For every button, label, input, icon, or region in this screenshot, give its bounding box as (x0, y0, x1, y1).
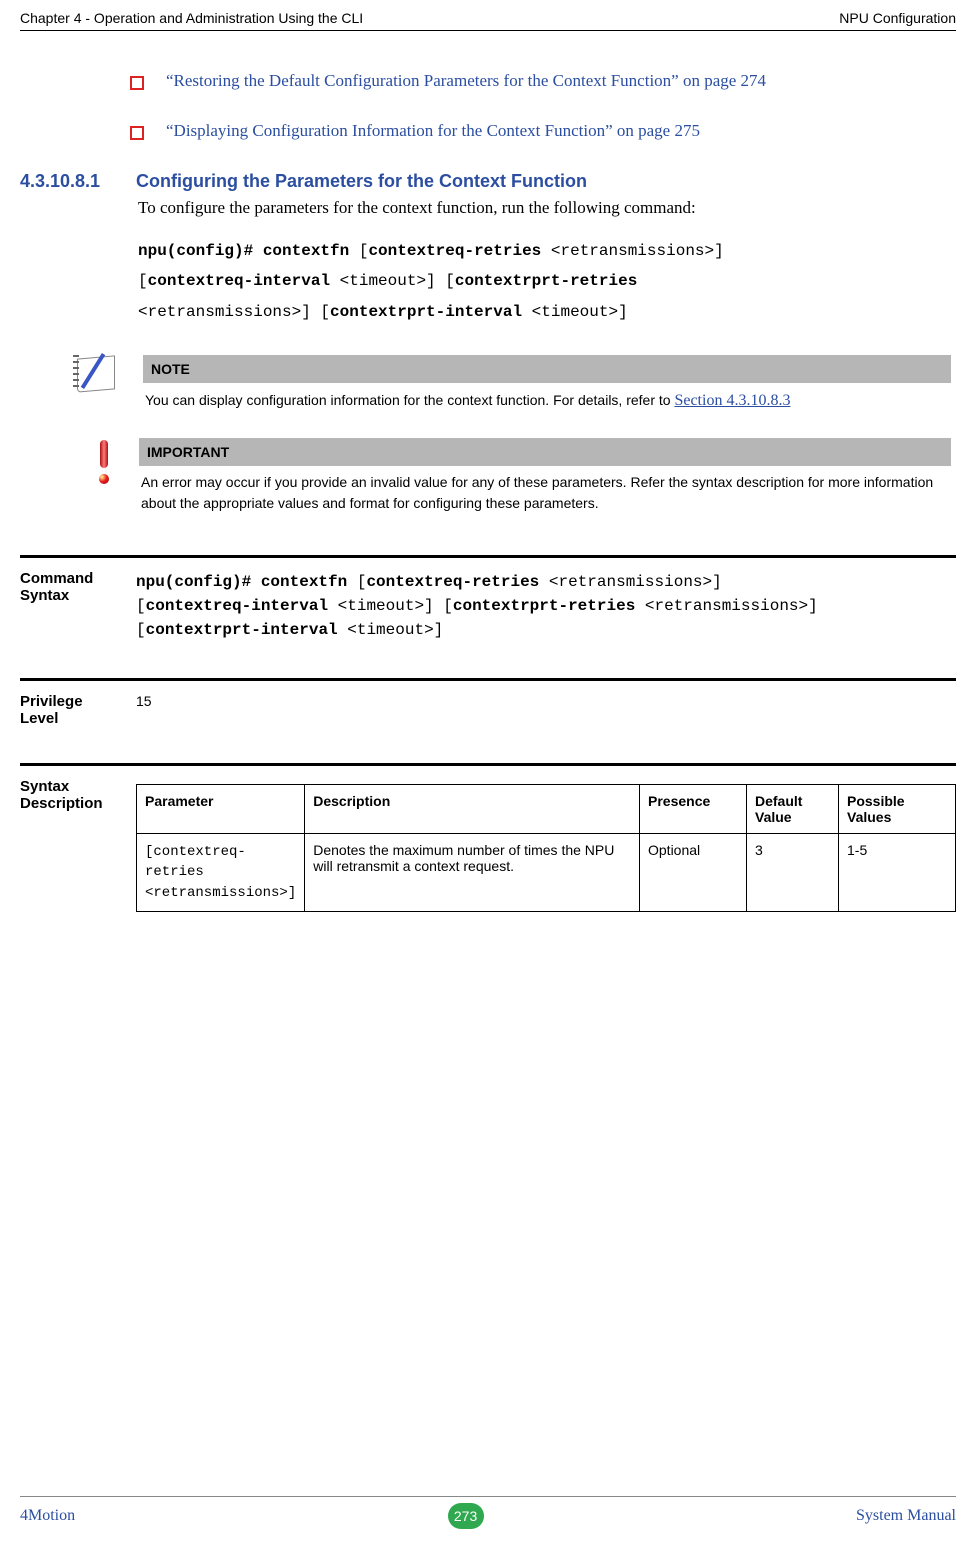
cmd-text: contextrprt-retries (453, 597, 645, 615)
cmd-text: [ (136, 597, 146, 615)
header-left: Chapter 4 - Operation and Administration… (20, 10, 363, 26)
note-icon (73, 355, 119, 395)
square-bullet-icon (130, 126, 144, 140)
xref-link[interactable]: “Displaying Configuration Information fo… (166, 121, 700, 141)
cmd-text: <retransmissions>] (645, 597, 818, 615)
important-icon (93, 440, 113, 484)
section-number: 4.3.10.8.1 (20, 171, 120, 192)
cmd-text: <timeout>] [ (338, 597, 453, 615)
syntax-description-block: Syntax Description Parameter Description… (20, 763, 956, 912)
square-bullet-icon (130, 76, 144, 90)
page-header: Chapter 4 - Operation and Administration… (20, 10, 956, 31)
cmd-text: [ (138, 272, 148, 290)
cell-presence: Optional (640, 833, 747, 911)
cmd-text: <retransmissions>] (549, 573, 722, 591)
syntax-description-label: Syntax Description (20, 778, 120, 912)
cell-default: 3 (747, 833, 839, 911)
cmd-text: [ (359, 242, 369, 260)
cmd-text: contextrprt-retries (455, 272, 637, 290)
important-title: IMPORTANT (139, 438, 951, 466)
cmd-text: contextrprt-interval (330, 303, 532, 321)
footer-right: System Manual (856, 1507, 956, 1525)
cmd-text: contextreq-interval (148, 272, 340, 290)
note-body: You can display configuration informatio… (143, 387, 951, 418)
table-header-row: Parameter Description Presence Default V… (137, 784, 956, 833)
col-default-value: Default Value (747, 784, 839, 833)
cmd-text: contextreq-retries (368, 242, 550, 260)
cmd-text: contextreq-interval (146, 597, 338, 615)
cell-possible-values: 1-5 (839, 833, 956, 911)
col-parameter: Parameter (137, 784, 305, 833)
privilege-level-label: Privilege Level (20, 693, 120, 727)
cmd-text: <retransmissions>] (551, 242, 724, 260)
list-item: “Displaying Configuration Information fo… (130, 121, 956, 141)
section-title: Configuring the Parameters for the Conte… (136, 171, 587, 192)
footer-left: 4Motion (20, 1507, 75, 1525)
xref-link[interactable]: “Restoring the Default Configuration Par… (166, 71, 766, 91)
note-title: NOTE (143, 355, 951, 383)
cell-parameter: [contextreq-retries <retransmissions>] (137, 833, 305, 911)
privilege-level-value: 15 (136, 693, 956, 727)
command-syntax-block: Command Syntax npu(config)# contextfn [c… (20, 555, 956, 642)
note-xref-link[interactable]: Section 4.3.10.8.3 (674, 392, 790, 409)
cmd-text: <timeout>] [ (340, 272, 455, 290)
page-footer: 4Motion 273 System Manual (20, 1496, 956, 1529)
command-snippet: npu(config)# contextfn [contextreq-retri… (138, 236, 951, 327)
col-presence: Presence (640, 784, 747, 833)
section-heading: 4.3.10.8.1 Configuring the Parameters fo… (20, 171, 956, 192)
cmd-text: contextrprt-interval (146, 621, 348, 639)
header-right: NPU Configuration (839, 10, 956, 26)
cmd-text: npu(config)# contextfn (136, 573, 357, 591)
cmd-text: <timeout>] (532, 303, 628, 321)
important-body: An error may occur if you provide an inv… (139, 470, 951, 519)
command-syntax-label: Command Syntax (20, 570, 120, 642)
command-syntax-value: npu(config)# contextfn [contextreq-retri… (136, 570, 956, 642)
cmd-text: contextreq-retries (366, 573, 548, 591)
list-item: “Restoring the Default Configuration Par… (130, 71, 956, 91)
page-number: 273 (448, 1503, 484, 1529)
syntax-table: Parameter Description Presence Default V… (136, 784, 956, 912)
note-text: You can display configuration informatio… (145, 392, 674, 408)
cmd-text: <retransmissions>] [ (138, 303, 330, 321)
link-list: “Restoring the Default Configuration Par… (130, 71, 956, 141)
col-possible-values: Possible Values (839, 784, 956, 833)
cmd-text: [ (357, 573, 367, 591)
table-row: [contextreq-retries <retransmissions>] D… (137, 833, 956, 911)
col-description: Description (305, 784, 640, 833)
cmd-text: npu(config)# contextfn (138, 242, 359, 260)
section-intro: To configure the parameters for the cont… (138, 198, 951, 218)
cmd-text: <timeout>] (347, 621, 443, 639)
privilege-level-block: Privilege Level 15 (20, 678, 956, 727)
cmd-text: [ (136, 621, 146, 639)
note-callout: NOTE You can display configuration infor… (138, 355, 951, 418)
important-callout: IMPORTANT An error may occur if you prov… (138, 438, 951, 519)
cell-description: Denotes the maximum number of times the … (305, 833, 640, 911)
